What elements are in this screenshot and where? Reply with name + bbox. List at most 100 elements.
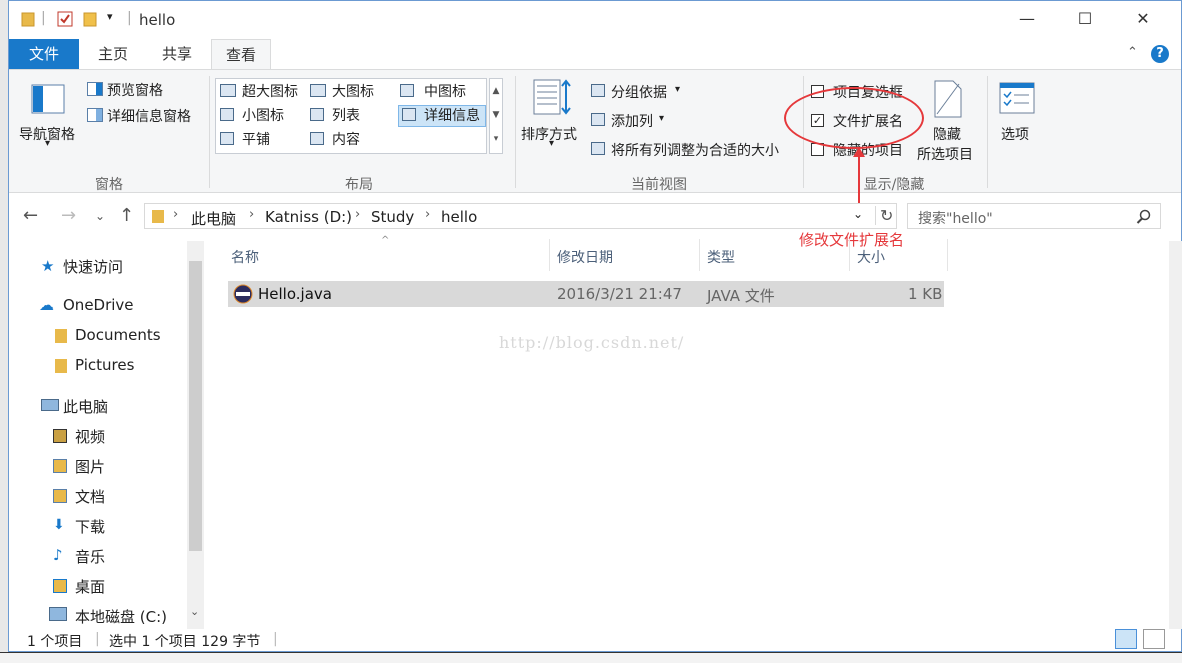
layout-content[interactable]: 内容 bbox=[332, 129, 360, 149]
chevron-right-icon[interactable]: › bbox=[249, 207, 254, 222]
hide-selected-line2[interactable]: 所选项目 bbox=[917, 144, 973, 164]
video-folder-icon bbox=[53, 429, 67, 443]
tab-share[interactable]: 共享 bbox=[148, 39, 206, 69]
layout-gallery: 超大图标 大图标 中图标 小图标 列表 详细信息 平铺 内容 bbox=[215, 78, 487, 154]
status-bar: 1 个项目 | 选中 1 个项目 129 字节 | bbox=[9, 629, 1181, 651]
chevron-down-icon[interactable]: ▾ bbox=[675, 84, 680, 95]
layout-medium-icons[interactable]: 中图标 bbox=[424, 81, 466, 101]
address-dropdown-icon[interactable]: ⌄ bbox=[853, 207, 863, 221]
group-label-show-hide: 显示/隐藏 bbox=[863, 177, 925, 193]
new-folder-icon[interactable] bbox=[83, 11, 97, 27]
nav-local-disk[interactable]: 本地磁盘 (C:) bbox=[75, 606, 167, 627]
download-icon: ⬇ bbox=[53, 517, 65, 533]
status-divider: | bbox=[95, 631, 100, 647]
nav-quick-access[interactable]: 快速访问 bbox=[63, 256, 123, 277]
layout-large-icons[interactable]: 大图标 bbox=[332, 81, 374, 101]
layout-details[interactable]: 详细信息 bbox=[424, 105, 480, 125]
file-list-scrollbar[interactable] bbox=[1169, 241, 1182, 629]
tab-view[interactable]: 查看 bbox=[211, 39, 272, 69]
tab-file[interactable]: 文件 bbox=[9, 39, 79, 69]
quick-access-dropdown-icon[interactable]: ▾ bbox=[107, 10, 113, 23]
preview-pane-button[interactable]: 预览窗格 bbox=[107, 80, 163, 100]
breadcrumb-this-pc[interactable]: 此电脑 bbox=[191, 208, 236, 229]
folder-icon bbox=[21, 12, 35, 27]
layout-gallery-scroll[interactable]: ▲ ▼ ▾ bbox=[489, 78, 503, 154]
address-bar[interactable]: › 此电脑 › Katniss (D:) › Study › hello ⌄ ↻ bbox=[144, 203, 897, 229]
chevron-right-icon[interactable]: › bbox=[425, 207, 430, 222]
breadcrumb-drive[interactable]: Katniss (D:) bbox=[265, 208, 352, 226]
music-icon: ♪ bbox=[53, 546, 63, 564]
column-header-modified[interactable]: 修改日期 bbox=[557, 247, 613, 267]
group-by-button[interactable]: 分组依据 bbox=[611, 82, 667, 102]
close-button[interactable]: ✕ bbox=[1123, 9, 1163, 31]
nav-documents[interactable]: Documents bbox=[75, 326, 161, 344]
collapse-ribbon-icon[interactable]: ⌃ bbox=[1127, 45, 1138, 60]
computer-icon bbox=[41, 399, 59, 411]
navigation-pane: ★ 快速访问 ☁ OneDrive Documents Pictures 此电脑… bbox=[9, 241, 205, 629]
nav-desktop[interactable]: 桌面 bbox=[75, 576, 105, 597]
breadcrumb-hello[interactable]: hello bbox=[441, 208, 477, 226]
folder-icon bbox=[152, 210, 164, 223]
status-divider: | bbox=[273, 631, 278, 647]
up-button[interactable]: ↑ bbox=[119, 205, 134, 226]
nav-scrollbar[interactable]: ⌄ bbox=[187, 241, 204, 629]
breadcrumb-study[interactable]: Study bbox=[371, 208, 414, 226]
nav-images[interactable]: 图片 bbox=[75, 456, 105, 477]
scroll-down-icon[interactable]: ⌄ bbox=[190, 605, 199, 618]
column-divider[interactable] bbox=[947, 239, 948, 271]
tab-home[interactable]: 主页 bbox=[84, 39, 142, 69]
column-divider[interactable] bbox=[699, 239, 700, 271]
details-view-toggle[interactable] bbox=[1115, 629, 1137, 649]
details-view-icon bbox=[402, 108, 416, 121]
chevron-down-icon[interactable]: ▾ bbox=[45, 138, 50, 149]
nav-this-pc[interactable]: 此电脑 bbox=[63, 396, 108, 417]
refresh-icon[interactable]: ↻ bbox=[875, 206, 893, 225]
nav-pictures[interactable]: Pictures bbox=[75, 356, 134, 374]
column-header-type[interactable]: 类型 bbox=[707, 247, 735, 267]
chevron-down-icon[interactable]: ▾ bbox=[659, 113, 664, 124]
layout-small-icons[interactable]: 小图标 bbox=[242, 105, 284, 125]
medium-icons-icon bbox=[400, 84, 414, 97]
search-input[interactable]: 搜索"hello" bbox=[918, 208, 993, 228]
size-all-columns-button[interactable]: 将所有列调整为合适的大小 bbox=[611, 140, 779, 160]
cloud-icon: ☁ bbox=[39, 296, 54, 314]
nav-videos[interactable]: 视频 bbox=[75, 426, 105, 447]
chevron-down-icon[interactable]: ▾ bbox=[549, 138, 554, 149]
nav-music[interactable]: 音乐 bbox=[75, 546, 105, 567]
sort-by-icon bbox=[533, 79, 571, 115]
layout-extra-large-icons[interactable]: 超大图标 bbox=[242, 81, 298, 101]
help-button[interactable]: ? bbox=[1151, 45, 1169, 63]
chevron-right-icon[interactable]: › bbox=[355, 207, 360, 222]
tiles-icon bbox=[220, 132, 234, 145]
column-divider[interactable] bbox=[849, 239, 850, 271]
nav-downloads[interactable]: 下载 bbox=[75, 516, 105, 537]
folder-icon bbox=[55, 329, 67, 343]
chevron-right-icon[interactable]: › bbox=[173, 207, 178, 222]
nav-onedrive[interactable]: OneDrive bbox=[63, 296, 134, 314]
recent-locations-dropdown[interactable]: ⌄ bbox=[95, 209, 105, 223]
layout-tiles[interactable]: 平铺 bbox=[242, 129, 270, 149]
column-header-name[interactable]: 名称 bbox=[231, 247, 259, 267]
file-name[interactable]: Hello.java bbox=[258, 285, 332, 303]
hide-selected-line1[interactable]: 隐藏 bbox=[933, 124, 961, 144]
documents-folder-icon bbox=[53, 489, 67, 503]
table-row[interactable]: Hello.java 2016/3/21 21:47 JAVA 文件 1 KB bbox=[228, 281, 944, 307]
nav-docs[interactable]: 文档 bbox=[75, 486, 105, 507]
column-divider[interactable] bbox=[549, 239, 550, 271]
back-button[interactable]: ← bbox=[23, 205, 38, 226]
add-columns-button[interactable]: 添加列 bbox=[611, 111, 653, 131]
details-pane-button[interactable]: 详细信息窗格 bbox=[107, 106, 191, 126]
search-box[interactable]: 搜索"hello" bbox=[907, 203, 1161, 229]
search-icon[interactable] bbox=[1136, 209, 1152, 225]
large-icons-view-toggle[interactable] bbox=[1143, 629, 1165, 649]
minimize-button[interactable]: — bbox=[1007, 9, 1047, 31]
scrollbar-thumb[interactable] bbox=[189, 261, 202, 551]
folder-icon bbox=[55, 359, 67, 373]
desktop-folder-icon bbox=[53, 579, 67, 593]
column-header-size[interactable]: 大小 bbox=[857, 247, 885, 267]
forward-button[interactable]: → bbox=[61, 205, 76, 226]
maximize-button[interactable]: ☐ bbox=[1065, 9, 1105, 31]
layout-list[interactable]: 列表 bbox=[332, 105, 360, 125]
properties-check-icon[interactable] bbox=[57, 11, 73, 27]
options-button[interactable]: 选项 bbox=[1001, 124, 1029, 144]
